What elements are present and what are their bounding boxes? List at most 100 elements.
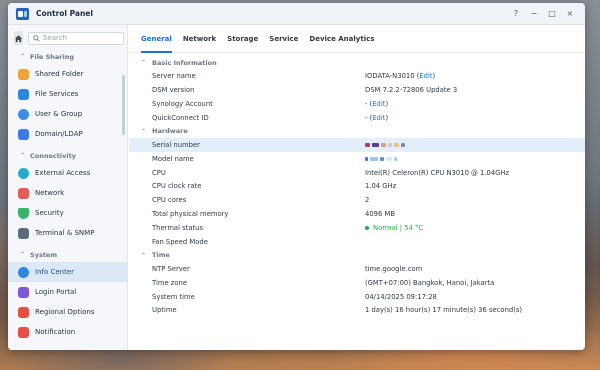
row-label: DSM version — [152, 86, 195, 95]
control-panel-icon — [16, 7, 29, 20]
row-cpu: CPU Intel(R) Celeron(R) CPU N3010 @ 1.04… — [129, 166, 585, 180]
sidebar-item-network[interactable]: Network — [8, 183, 127, 203]
security-icon — [18, 207, 29, 219]
status-ok-icon — [365, 225, 369, 230]
model-name-redacted — [365, 155, 399, 163]
chevron-up-icon: ⌃ — [20, 251, 26, 258]
sidebar-item-security[interactable]: Security — [8, 203, 127, 223]
row-label: Fan Speed Mode — [152, 237, 208, 246]
shared-folder-icon — [18, 68, 29, 80]
sidebar-item-external-access[interactable]: External Access — [8, 163, 127, 183]
row-synology-account: Synology Account - (Edit) — [129, 97, 585, 111]
thermal-status-value: Normal | 54 °C — [373, 223, 424, 232]
group-label: File Sharing — [30, 52, 75, 61]
search-input[interactable] — [43, 34, 123, 42]
sidebar-item-user-group[interactable]: User & Group — [8, 104, 127, 124]
row-fan-speed-mode: Fan Speed Mode — [129, 235, 585, 249]
chevron-up-icon: ⌃ — [141, 127, 147, 135]
row-system-time: System time 04/14/2025 09:17:28 — [129, 290, 585, 304]
row-value: (GMT+07:00) Bangkok, Hanoi, Jakarta — [365, 278, 495, 287]
row-label: CPU cores — [152, 196, 187, 205]
row-label: CPU — [152, 168, 166, 177]
tab-general[interactable]: General — [141, 25, 172, 53]
edit-server-name-link[interactable]: Edit — [419, 72, 432, 80]
tab-storage[interactable]: Storage — [227, 25, 258, 53]
sidebar: ⌃ File Sharing Shared Folder File Service… — [8, 25, 128, 350]
sidebar-item-label: Regional Options — [35, 308, 95, 316]
quickconnect-value: - — [365, 113, 368, 122]
section-basic-information[interactable]: ⌃ Basic Information — [129, 56, 585, 70]
sidebar-item-terminal-snmp[interactable]: Terminal & SNMP — [8, 223, 127, 243]
sidebar-item-label: Shared Folder — [35, 70, 84, 78]
home-button[interactable] — [14, 31, 23, 45]
window-title: Control Panel — [36, 9, 93, 18]
chevron-up-icon: ⌃ — [141, 59, 147, 67]
row-label: Time zone — [152, 278, 188, 287]
serial-number-redacted — [365, 141, 407, 149]
terminal-icon — [18, 227, 29, 239]
edit-synology-account-link[interactable]: Edit — [372, 100, 385, 108]
row-value: 4096 MB — [365, 210, 395, 219]
sidebar-item-domain-ldap[interactable]: Domain/LDAP — [8, 124, 127, 144]
external-access-icon — [18, 167, 29, 179]
info-content: ⌃ Basic Information Server name IODATA-N3… — [129, 53, 585, 317]
row-ntp-server: NTP Server time.google.com — [129, 262, 585, 276]
sidebar-item-notification[interactable]: Notification — [8, 322, 127, 342]
row-model-name: Model name — [129, 152, 585, 166]
tab-device-analytics[interactable]: Device Analytics — [309, 25, 374, 53]
search-icon — [33, 34, 40, 42]
network-icon — [18, 187, 29, 199]
group-label: Connectivity — [30, 151, 76, 160]
close-button[interactable]: × — [563, 9, 577, 18]
section-hardware[interactable]: ⌃ Hardware — [129, 125, 585, 139]
help-button[interactable]: ? — [509, 9, 523, 18]
row-value: time.google.com — [365, 264, 423, 273]
row-value: Intel(R) Celeron(R) CPU N3010 @ 1.04GHz — [365, 168, 510, 177]
row-thermal-status: Thermal status Normal | 54 °C — [129, 221, 585, 235]
row-label: QuickConnect ID — [152, 113, 209, 122]
section-title: Hardware — [152, 127, 188, 136]
domain-ldap-icon — [18, 128, 29, 140]
sidebar-scrollbar[interactable] — [122, 75, 125, 135]
sidebar-item-label: File Services — [35, 90, 79, 98]
tab-network[interactable]: Network — [183, 25, 216, 53]
sidebar-item-file-services[interactable]: File Services — [8, 84, 127, 104]
group-file-sharing[interactable]: ⌃ File Sharing — [8, 49, 127, 64]
minimize-button[interactable]: − — [527, 9, 541, 18]
search-box[interactable] — [28, 31, 124, 45]
row-value: 1 day(s) 16 hour(s) 17 minute(s) 36 seco… — [365, 306, 523, 315]
notification-icon — [18, 326, 29, 338]
row-label: Total physical memory — [152, 210, 229, 219]
file-services-icon — [18, 88, 29, 100]
group-system[interactable]: ⌃ System — [8, 247, 127, 262]
maximize-button[interactable]: □ — [545, 9, 559, 18]
row-label: Uptime — [152, 306, 177, 315]
group-connectivity[interactable]: ⌃ Connectivity — [8, 148, 127, 163]
section-title: Time — [152, 251, 170, 260]
sidebar-item-label: Security — [35, 209, 64, 217]
row-quickconnect-id: QuickConnect ID - (Edit) — [129, 111, 585, 125]
row-total-memory: Total physical memory 4096 MB — [129, 207, 585, 221]
sidebar-item-regional-options[interactable]: Regional Options — [8, 302, 127, 322]
chevron-up-icon: ⌃ — [141, 251, 147, 259]
sidebar-item-label: User & Group — [35, 110, 83, 118]
synology-account-value: - — [365, 99, 368, 108]
row-value: Normal | 54 °C — [365, 224, 423, 232]
title-bar: Control Panel ? − □ × — [8, 3, 585, 25]
control-panel-window: Control Panel ? − □ × ⌃ File Sharing Shar… — [8, 3, 585, 350]
info-center-icon — [18, 266, 29, 278]
server-name-value: IODATA-N3010 — [365, 72, 415, 81]
tab-service[interactable]: Service — [269, 25, 298, 53]
edit-quickconnect-link[interactable]: Edit — [372, 114, 385, 122]
tab-bar: General Network Storage Service Device A… — [129, 25, 585, 53]
sidebar-item-label: Domain/LDAP — [35, 130, 83, 138]
section-time[interactable]: ⌃ Time — [129, 249, 585, 263]
sidebar-item-login-portal[interactable]: Login Portal — [8, 282, 127, 302]
sidebar-item-info-center[interactable]: Info Center — [8, 262, 127, 282]
row-time-zone: Time zone (GMT+07:00) Bangkok, Hanoi, Ja… — [129, 276, 585, 290]
home-icon — [14, 34, 23, 42]
sidebar-item-shared-folder[interactable]: Shared Folder — [8, 64, 127, 84]
row-value: 1.04 GHz — [365, 182, 397, 191]
sidebar-item-label: Notification — [35, 328, 76, 336]
row-uptime: Uptime 1 day(s) 16 hour(s) 17 minute(s) … — [129, 303, 585, 317]
